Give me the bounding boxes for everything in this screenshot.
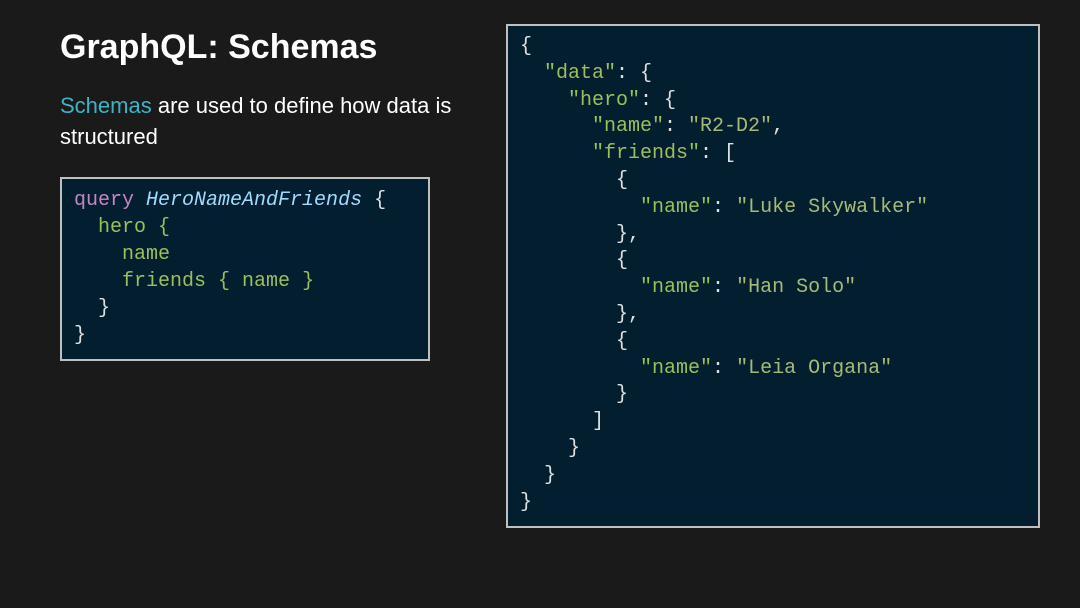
- json-brace: }: [544, 464, 556, 487]
- slide-title: GraphQL: Schemas: [60, 28, 460, 67]
- json-string: "Leia Organa": [736, 357, 892, 380]
- json-brace: },: [616, 303, 640, 326]
- json-key: "name": [640, 196, 712, 219]
- code-line-friends-close: }: [290, 270, 314, 293]
- json-punc: :: [712, 196, 736, 219]
- json-key: "friends": [592, 142, 700, 165]
- json-punc: :: [712, 276, 736, 299]
- json-string: "Luke Skywalker": [736, 196, 928, 219]
- json-punc: : {: [616, 62, 652, 85]
- code-keyword: query: [74, 189, 134, 212]
- code-operation-name: HeroNameAndFriends: [146, 189, 362, 212]
- json-brace: {: [616, 169, 628, 192]
- code-line-name: name: [122, 243, 170, 266]
- json-punc: :: [664, 115, 688, 138]
- json-punc: : [: [700, 142, 736, 165]
- slide: GraphQL: Schemas Schemas are used to def…: [0, 0, 1080, 608]
- json-brace: {: [616, 330, 628, 353]
- json-brace: },: [616, 223, 640, 246]
- code-line-friends-name: name: [242, 270, 290, 293]
- code-line-friends-open: friends {: [122, 270, 242, 293]
- json-brace: {: [520, 35, 532, 58]
- json-key: "name": [640, 357, 712, 380]
- code-brace: }: [74, 324, 86, 347]
- code-brace: }: [98, 297, 110, 320]
- json-brace: }: [520, 491, 532, 514]
- json-string: "Han Solo": [736, 276, 856, 299]
- json-key: "hero": [568, 89, 640, 112]
- query-code-box: query HeroNameAndFriends { hero { name f…: [60, 177, 430, 361]
- code-brace: {: [374, 189, 386, 212]
- json-brace: }: [616, 383, 628, 406]
- code-line-hero: hero {: [98, 216, 170, 239]
- json-key: "name": [592, 115, 664, 138]
- json-punc: ,: [772, 115, 784, 138]
- json-bracket: ]: [592, 410, 604, 433]
- slide-description: Schemas are used to define how data is s…: [60, 91, 460, 153]
- json-brace: }: [568, 437, 580, 460]
- json-key: "data": [544, 62, 616, 85]
- json-key: "name": [640, 276, 712, 299]
- json-punc: : {: [640, 89, 676, 112]
- left-column: GraphQL: Schemas Schemas are used to def…: [60, 28, 460, 361]
- description-highlight: Schemas: [60, 93, 152, 118]
- json-brace: {: [616, 249, 628, 272]
- json-punc: :: [712, 357, 736, 380]
- json-string: "R2-D2": [688, 115, 772, 138]
- response-code-box: { "data": { "hero": { "name": "R2-D2", "…: [506, 24, 1040, 528]
